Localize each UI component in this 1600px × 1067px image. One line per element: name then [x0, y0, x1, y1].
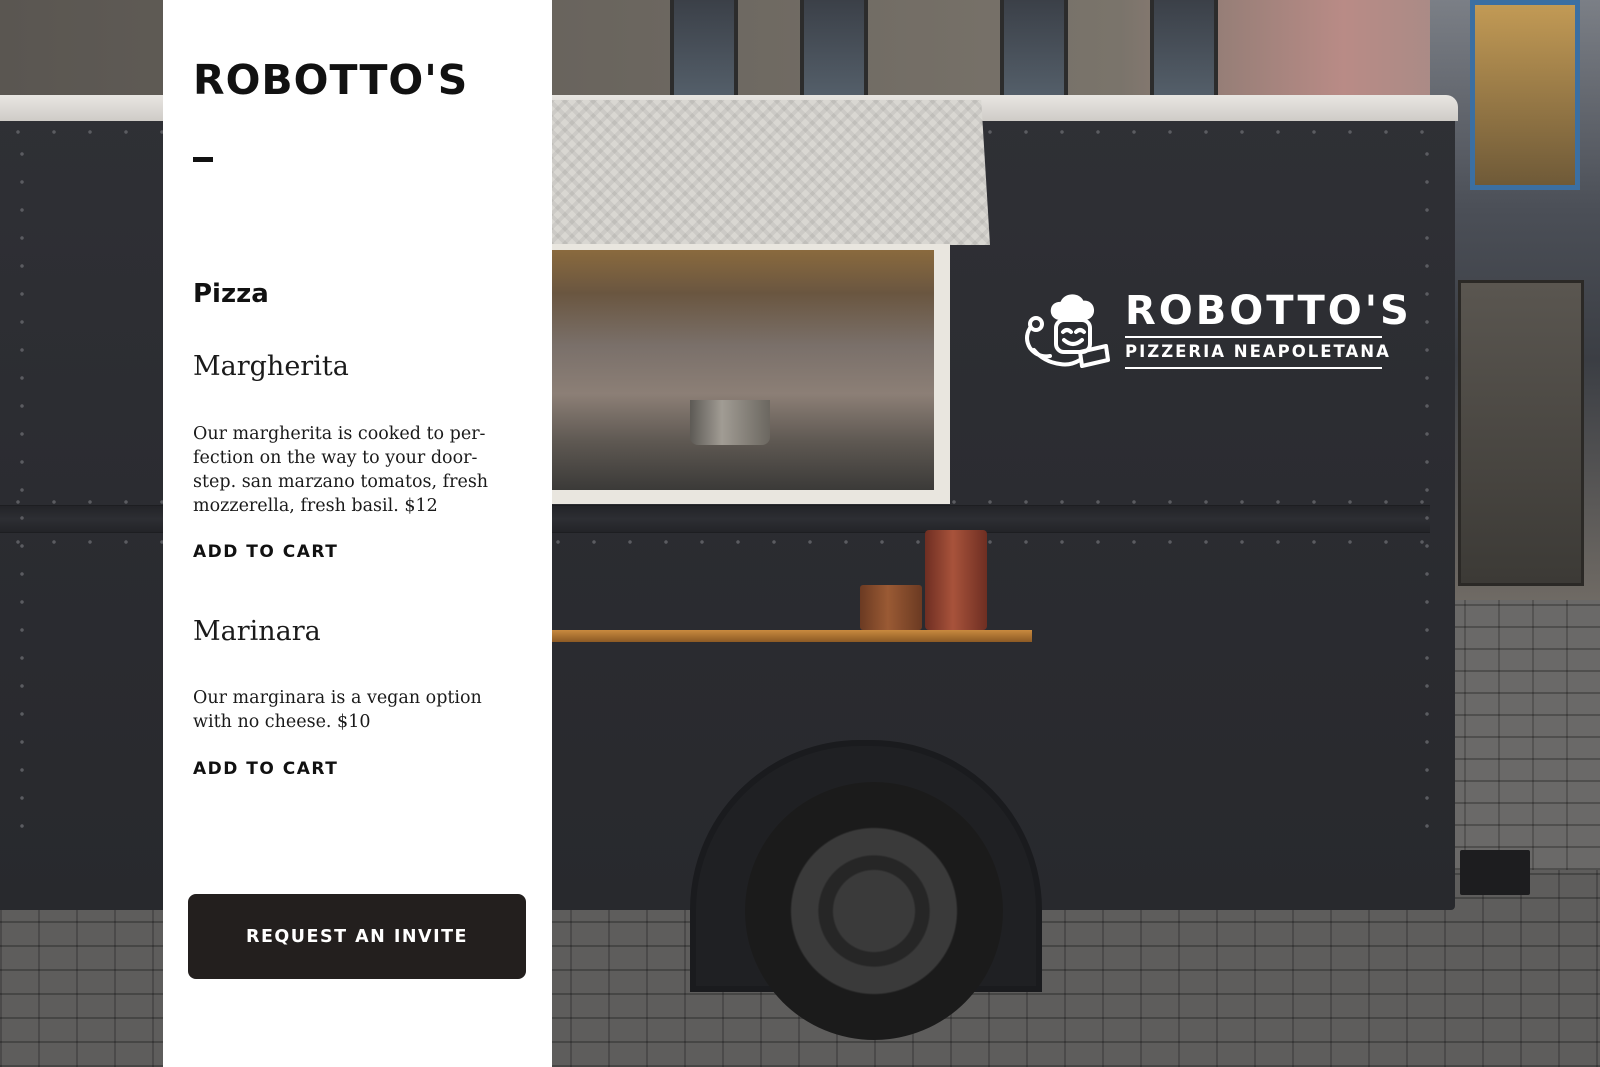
service-window-kitchen [550, 250, 934, 490]
building-window [800, 0, 868, 100]
building-window [670, 0, 738, 100]
cooking-pot [690, 400, 770, 445]
building-right-door [1458, 280, 1584, 586]
sidewalk [1430, 600, 1600, 870]
napkin-holder [860, 585, 922, 630]
menu-item-description: Our margherita is cooked to per-fection … [193, 424, 489, 516]
brand-divider [193, 157, 213, 162]
truck-tire [745, 782, 1003, 1040]
truck-logo-tagline: PIZZERIA NEAPOLETANA [1125, 336, 1389, 369]
menu-section-heading: Pizza [193, 279, 269, 309]
truck-logo: ROBOTTO'S PIZZERIA NEAPOLETANA [1020, 288, 1409, 378]
building-right-window [1470, 0, 1580, 190]
menu-item-name: Marinara [193, 616, 321, 647]
service-window-awning [550, 100, 990, 245]
request-invite-button[interactable]: REQUEST AN INVITE [188, 894, 526, 979]
rear-step [1460, 850, 1530, 895]
building-window [1150, 0, 1218, 100]
brand-title: ROBOTTO'S [193, 56, 469, 104]
menu-item-name: Margherita [193, 351, 349, 382]
truck-logo-brand: ROBOTTO'S [1125, 288, 1412, 334]
building-window [1000, 0, 1068, 100]
chef-robot-mascot-icon [1025, 294, 1110, 368]
menu-panel: ROBOTTO'S Pizza Margherita Our margherit… [163, 0, 552, 1067]
menu-item-description: Our marginara is a vegan option with no … [193, 688, 482, 732]
condiment-bucket [925, 530, 987, 630]
counter-shelf [550, 630, 1032, 642]
add-to-cart-button-marinara[interactable]: ADD TO CART [193, 757, 338, 781]
add-to-cart-button-margherita[interactable]: ADD TO CART [193, 540, 338, 564]
